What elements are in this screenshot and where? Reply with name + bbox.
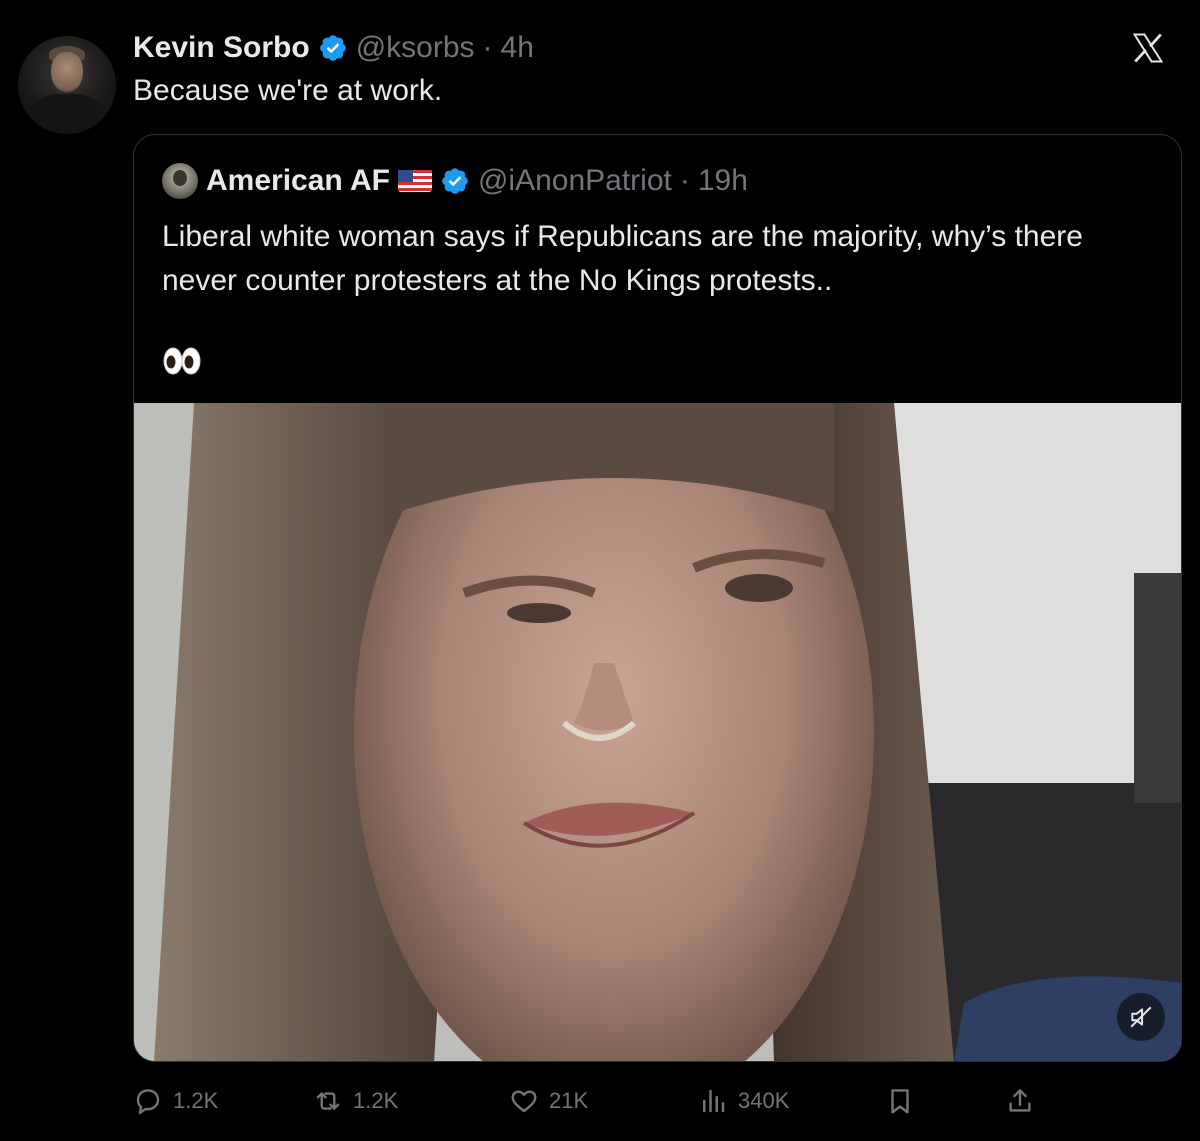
tweet-timestamp[interactable]: 4h — [501, 31, 534, 65]
quoted-tweet-timestamp: 19h — [697, 164, 748, 197]
like-count: 21K — [549, 1088, 589, 1113]
mute-button[interactable] — [1117, 993, 1165, 1041]
video-media[interactable] — [134, 403, 1181, 1061]
quoted-author-handle: @iAnonPatriot — [477, 164, 672, 197]
reply-count: 1.2K — [173, 1088, 219, 1113]
like-button[interactable]: 21K — [509, 1080, 588, 1122]
tweet-header: Kevin Sorbo @ksorbs · 4h — [133, 28, 534, 68]
repost-button[interactable]: 1.2K — [313, 1080, 398, 1122]
separator-dot: · — [482, 31, 493, 64]
share-button[interactable] — [1005, 1080, 1035, 1122]
bookmark-icon — [891, 1089, 909, 1114]
views-icon — [703, 1089, 725, 1113]
verified-badge-icon — [318, 33, 348, 63]
views-count: 340K — [738, 1088, 790, 1113]
quoted-author-name: American AF — [206, 164, 390, 197]
reply-button[interactable]: 1.2K — [133, 1080, 218, 1122]
bookmark-button[interactable] — [885, 1080, 915, 1122]
repost-count: 1.2K — [353, 1088, 399, 1113]
views-button[interactable]: 340K — [698, 1080, 789, 1122]
author-handle[interactable]: @ksorbs — [356, 31, 475, 65]
mute-icon — [1130, 1006, 1152, 1028]
video-frame — [134, 403, 1181, 1061]
us-flag-icon — [397, 170, 432, 192]
repost-icon — [316, 1092, 340, 1110]
share-icon — [1009, 1089, 1031, 1112]
x-logo-icon — [1130, 30, 1166, 66]
quoted-tweet-body: Liberal white woman says if Republicans … — [162, 220, 1083, 297]
quoted-author-avatar — [162, 163, 198, 199]
like-icon — [511, 1090, 537, 1113]
separator-dot: · — [679, 164, 690, 197]
author-name[interactable]: Kevin Sorbo — [133, 31, 310, 65]
eyes-emoji — [162, 343, 202, 379]
tweet-text: Because we're at work. — [133, 74, 443, 107]
quoted-tweet[interactable]: American AF @iAnonPatriot · 19h Liberal … — [133, 134, 1182, 1062]
quoted-tweet-text: Liberal white woman says if Republicans … — [162, 215, 1162, 303]
verified-badge-icon — [440, 166, 470, 196]
action-bar: 1.2K 1.2K 21K 340K — [133, 1080, 1063, 1122]
quoted-tweet-header: American AF @iAnonPatriot · 19h — [162, 161, 748, 201]
author-avatar[interactable] — [18, 36, 116, 134]
reply-icon — [136, 1089, 160, 1115]
